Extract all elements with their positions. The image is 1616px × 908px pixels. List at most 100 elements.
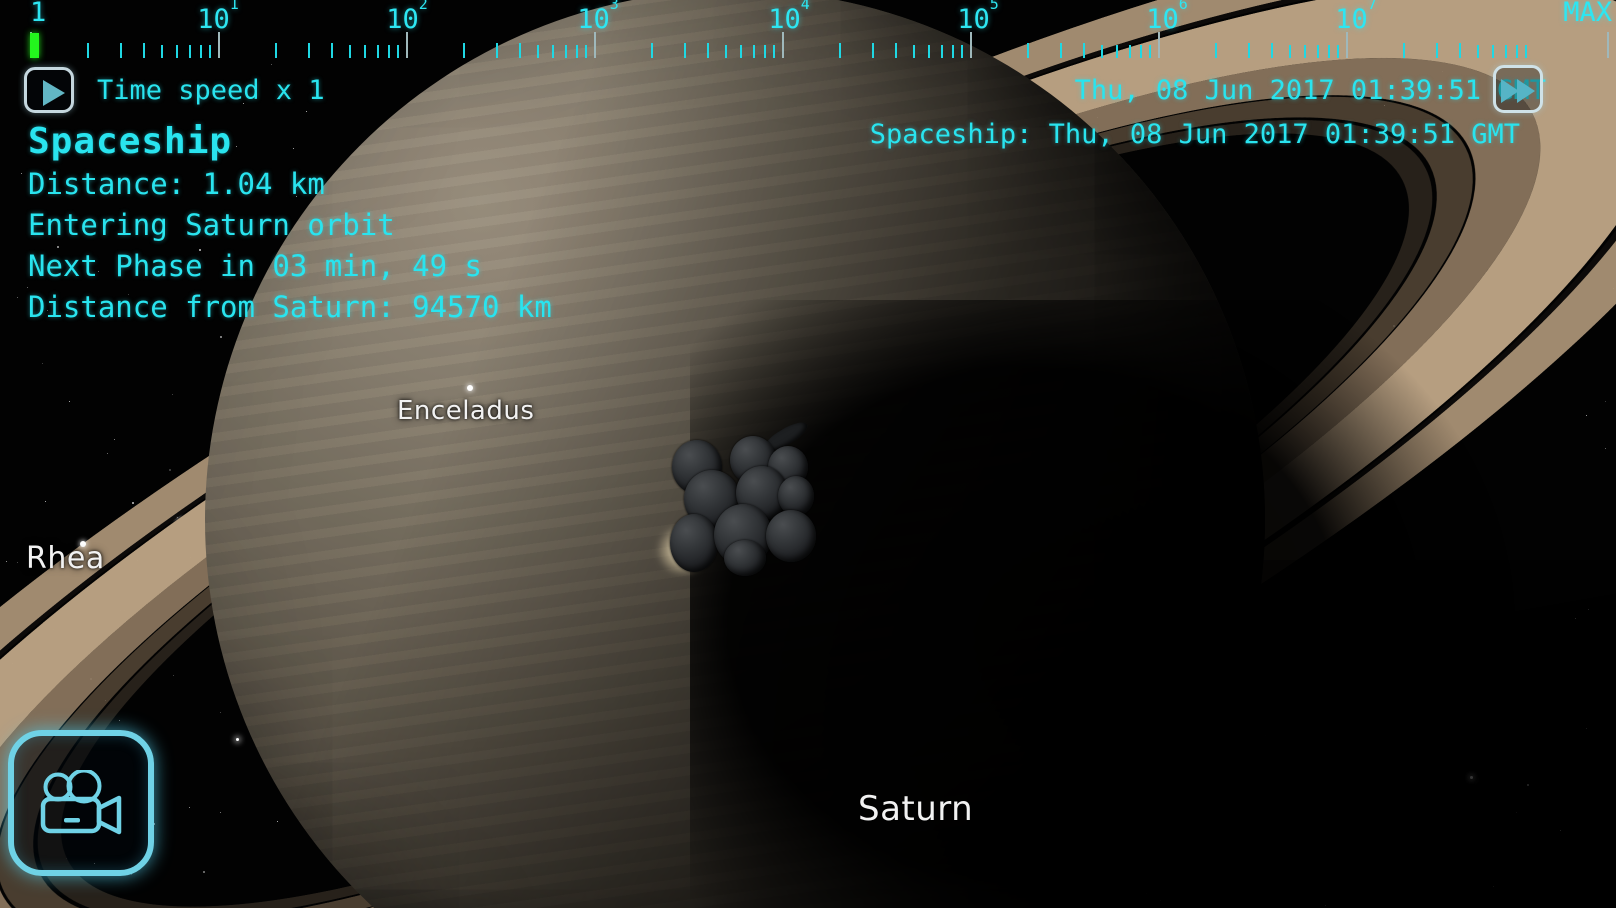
scale-label-exponent: 1	[229, 0, 239, 13]
scale-label-exponent: 3	[609, 0, 619, 13]
scale-tick-minor	[1304, 45, 1307, 58]
scale-ticks	[0, 30, 1616, 58]
scale-tick-minor	[1327, 45, 1330, 58]
scale-tick-max	[1607, 32, 1609, 58]
play-icon	[43, 80, 65, 106]
celestial-body-label[interactable]: Saturn	[858, 789, 973, 829]
video-camera-icon	[40, 770, 122, 835]
celestial-body-label[interactable]: Enceladus	[397, 396, 534, 426]
scale-tick-minor	[1459, 43, 1462, 58]
scale-tick-minor	[1477, 45, 1480, 58]
scale-tick-minor	[209, 45, 212, 58]
scale-tick-minor	[773, 45, 776, 58]
time-speed-scale[interactable]: 1 101 102 103 104 105 106 107 MAX	[0, 0, 1616, 58]
scale-tick-minor	[725, 45, 728, 58]
scale-tick-minor	[1515, 45, 1518, 58]
scale-tick-minor	[552, 45, 555, 58]
scale-tick-minor	[376, 45, 379, 58]
camera-view-button[interactable]	[8, 730, 154, 876]
app-viewport: Enceladus Rhea Saturn 1 101 102 103 104 105 106 1…	[0, 0, 1616, 908]
scale-tick-minor	[1435, 43, 1438, 58]
scale-tick-minor	[1525, 45, 1528, 58]
scale-tick-minor	[650, 43, 653, 58]
saturn-scene: Enceladus Rhea Saturn	[0, 0, 1616, 908]
scale-tick-major	[782, 32, 784, 58]
scale-tick-minor	[564, 45, 567, 58]
scale-tick-minor	[161, 45, 164, 58]
scale-label: 1	[30, 0, 47, 28]
fast-forward-icon-second	[1517, 79, 1535, 103]
scale-tick-major	[218, 32, 220, 58]
scale-tick-minor	[307, 43, 310, 58]
scale-tick-minor	[143, 43, 146, 58]
scale-tick-minor	[838, 43, 841, 58]
scale-tick-minor	[585, 45, 588, 58]
scale-tick-minor	[1128, 45, 1131, 58]
scale-tick-minor	[364, 45, 367, 58]
scale-tick-minor	[188, 45, 191, 58]
spaceship-model	[654, 417, 818, 578]
scale-decade-labels: 1 101 102 103 104 105 106 107 MAX	[0, 0, 1616, 35]
scale-tick-minor	[752, 45, 755, 58]
scale-tick-minor	[871, 43, 874, 58]
scale-tick-minor	[1101, 45, 1104, 58]
scale-tick-minor	[1316, 45, 1319, 58]
time-speed-cursor[interactable]	[30, 33, 39, 58]
scale-tick-minor	[349, 45, 352, 58]
scale-tick-minor	[1139, 45, 1142, 58]
scale-tick-minor	[895, 43, 898, 58]
scale-tick-minor	[1116, 45, 1119, 58]
scale-tick-minor	[913, 45, 916, 58]
scale-tick-minor	[961, 45, 964, 58]
scale-tick-minor	[331, 43, 334, 58]
ship-pod	[724, 540, 766, 576]
scale-tick-minor	[199, 45, 202, 58]
scale-label: MAX	[1563, 0, 1612, 28]
play-button[interactable]	[24, 67, 74, 113]
scale-tick-minor	[119, 43, 122, 58]
scale-tick-minor	[176, 45, 179, 58]
scale-tick-minor	[928, 45, 931, 58]
scale-tick-minor	[86, 43, 89, 58]
scale-tick-minor	[495, 43, 498, 58]
scale-tick-minor	[397, 45, 400, 58]
scale-tick-minor	[740, 45, 743, 58]
scale-label-exponent: 6	[1178, 0, 1188, 13]
scale-tick-minor	[1492, 45, 1495, 58]
scale-tick-major	[594, 32, 596, 58]
scale-tick-major	[406, 32, 408, 58]
scale-tick-minor	[1026, 43, 1029, 58]
scale-tick-minor	[1504, 45, 1507, 58]
scale-tick-minor	[462, 43, 465, 58]
scale-tick-major	[970, 32, 972, 58]
ship-pod	[766, 510, 816, 562]
scale-tick-major	[1346, 32, 1348, 58]
scale-tick-minor	[1289, 45, 1292, 58]
scale-tick-major	[1158, 32, 1160, 58]
celestial-body-marker[interactable]	[467, 385, 473, 391]
scale-tick-minor	[1247, 43, 1250, 58]
scale-tick-minor	[537, 45, 540, 58]
scale-tick-minor	[1214, 43, 1217, 58]
scale-label-exponent: 7	[1367, 0, 1377, 13]
scale-label-exponent: 4	[800, 0, 810, 13]
scale-tick-minor	[940, 45, 943, 58]
scale-tick-minor	[1271, 43, 1274, 58]
scale-tick-minor	[683, 43, 686, 58]
scale-tick-minor	[387, 45, 390, 58]
scale-tick-minor	[274, 43, 277, 58]
scale-tick-minor	[1337, 45, 1340, 58]
fast-forward-button[interactable]	[1493, 65, 1543, 113]
scale-tick-minor	[707, 43, 710, 58]
scale-tick-minor	[1059, 43, 1062, 58]
ship-pod	[670, 514, 718, 572]
scale-label-exponent: 2	[418, 0, 428, 13]
scale-tick-minor	[575, 45, 578, 58]
celestial-body-label[interactable]: Rhea	[26, 541, 105, 576]
scale-tick-minor	[1149, 45, 1152, 58]
scale-tick-minor	[951, 45, 954, 58]
scale-tick-minor	[1083, 43, 1086, 58]
scale-tick-minor	[1402, 43, 1405, 58]
scale-tick-minor	[519, 43, 522, 58]
scale-label-exponent: 5	[989, 0, 999, 13]
